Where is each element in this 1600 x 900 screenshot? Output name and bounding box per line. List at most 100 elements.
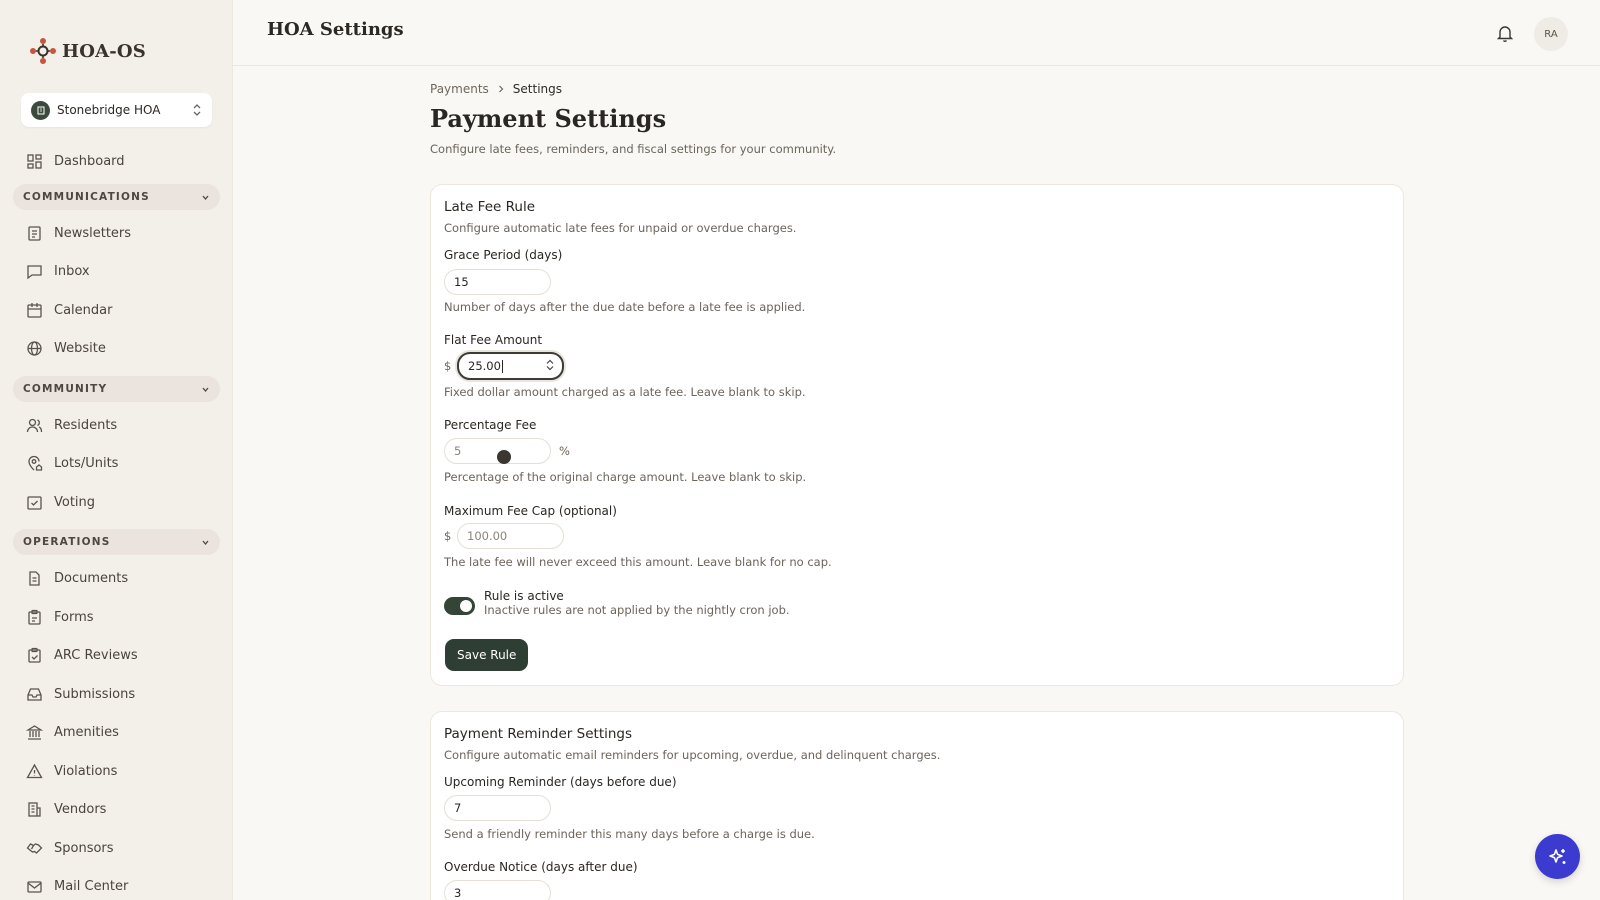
nav-label: Residents [54, 417, 118, 433]
mail-icon [27, 880, 42, 893]
nav-label: Sponsors [54, 840, 114, 856]
building-icon [28, 801, 41, 817]
nav-website[interactable]: Website [26, 337, 106, 359]
nav-label: Lots/Units [54, 455, 119, 471]
chevron-up-down-icon [193, 104, 201, 116]
grace-period-input[interactable]: 15 [444, 269, 551, 295]
toggle-knob [460, 600, 472, 612]
nav-sponsors[interactable]: Sponsors [26, 837, 114, 859]
nav-arc-reviews[interactable]: ARC Reviews [26, 644, 138, 666]
bell-icon[interactable] [1495, 23, 1515, 43]
building-icon [37, 106, 44, 115]
page-subtitle: Configure late fees, reminders, and fisc… [430, 142, 837, 156]
vote-icon [27, 495, 42, 510]
text-cursor [501, 359, 503, 373]
slider-thumb[interactable] [497, 450, 511, 464]
nav-label: Amenities [54, 724, 119, 740]
overdue-notice-input[interactable]: 3 [444, 880, 551, 900]
nav-label: Voting [54, 494, 96, 510]
late-fee-card: Late Fee Rule Configure automatic late f… [430, 184, 1404, 686]
ai-assistant-button[interactable] [1535, 834, 1580, 879]
section-communications[interactable]: COMMUNICATIONS [13, 184, 220, 210]
nav-label: Vendors [54, 801, 107, 817]
nav-lots-units[interactable]: Lots/Units [26, 452, 118, 474]
clipboard-check-icon [28, 647, 41, 663]
percent-suffix: % [559, 444, 570, 458]
card-title: Payment Reminder Settings [444, 726, 633, 742]
section-label: COMMUNICATIONS [23, 191, 150, 203]
stepper-icon[interactable] [546, 359, 554, 371]
nav-vendors[interactable]: Vendors [26, 798, 106, 820]
nav-documents[interactable]: Documents [26, 567, 128, 589]
section-operations[interactable]: OPERATIONS [13, 529, 220, 555]
percentage-fee-hint: Percentage of the original charge amount… [444, 470, 807, 484]
save-rule-button[interactable]: Save Rule [445, 639, 529, 671]
app-logo[interactable]: HOA-OS [28, 36, 146, 66]
nav-submissions[interactable]: Submissions [26, 683, 135, 705]
org-name: Stonebridge HOA [57, 103, 161, 117]
org-avatar [31, 100, 50, 120]
grace-period-label: Grace Period (days) [444, 248, 563, 262]
nav-label: Mail Center [54, 878, 129, 894]
section-label: COMMUNITY [23, 383, 108, 395]
page-title: Payment Settings [430, 104, 667, 133]
flat-fee-value: 25.00 [468, 359, 501, 373]
nav-label: Forms [54, 609, 94, 625]
header-title: HOA Settings [267, 19, 404, 40]
card-description: Configure automatic late fees for unpaid… [444, 221, 797, 235]
nav-dashboard[interactable]: Dashboard [26, 150, 125, 172]
nav-label: Dashboard [54, 153, 125, 169]
upcoming-reminder-label: Upcoming Reminder (days before due) [444, 775, 677, 789]
flat-fee-hint: Fixed dollar amount charged as a late fe… [444, 385, 806, 399]
sidebar: HOA-OS Stonebridge HOA Dashboard COMMUNI… [0, 0, 233, 900]
nav-newsletters[interactable]: Newsletters [26, 222, 131, 244]
user-avatar[interactable]: RA [1534, 17, 1568, 51]
nav-voting[interactable]: Voting [26, 491, 95, 513]
rule-active-hint: Inactive rules are not applied by the ni… [484, 603, 790, 617]
overdue-notice-label: Overdue Notice (days after due) [444, 860, 638, 874]
calendar-icon [27, 302, 42, 318]
nav-amenities[interactable]: Amenities [26, 721, 119, 743]
file-text-icon [29, 570, 40, 586]
flat-fee-input[interactable]: 25.00 [457, 352, 564, 380]
rule-active-label: Rule is active [484, 589, 564, 603]
card-title: Late Fee Rule [444, 199, 535, 215]
chevron-down-icon [202, 540, 209, 545]
nav-inbox[interactable]: Inbox [26, 260, 90, 282]
dashboard-icon [27, 153, 42, 169]
flat-fee-label: Flat Fee Amount [444, 333, 543, 347]
section-community[interactable]: COMMUNITY [13, 376, 220, 402]
chevron-down-icon [202, 195, 209, 200]
map-pin-house-icon [28, 455, 43, 471]
breadcrumb-settings: Settings [512, 82, 563, 96]
nav-mail-center[interactable]: Mail Center [26, 875, 128, 897]
max-fee-cap-hint: The late fee will never exceed this amou… [444, 555, 832, 569]
globe-icon [27, 340, 42, 356]
top-header: HOA Settings RA [233, 0, 1600, 66]
nav-residents[interactable]: Residents [26, 414, 117, 436]
payment-reminder-card: Payment Reminder Settings Configure auto… [430, 711, 1404, 900]
nav-calendar[interactable]: Calendar [26, 299, 112, 321]
nav-forms[interactable]: Forms [26, 606, 94, 628]
nav-label: Violations [54, 763, 118, 779]
max-fee-cap-input[interactable]: 100.00 [457, 523, 564, 549]
org-switcher[interactable]: Stonebridge HOA [21, 93, 212, 127]
section-label: OPERATIONS [23, 536, 111, 548]
grace-period-hint: Number of days after the due date before… [444, 300, 806, 314]
nav-label: Website [54, 340, 106, 356]
users-icon [26, 418, 43, 432]
handshake-icon [26, 842, 43, 854]
upcoming-reminder-hint: Send a friendly reminder this many days … [444, 827, 815, 841]
rule-active-toggle[interactable] [444, 597, 475, 615]
currency-prefix: $ [444, 359, 452, 373]
app-name: HOA-OS [62, 40, 147, 62]
breadcrumb-payments[interactable]: Payments [430, 82, 489, 96]
max-fee-cap-label: Maximum Fee Cap (optional) [444, 504, 617, 518]
chevron-right-icon [498, 85, 504, 93]
percentage-fee-label: Percentage Fee [444, 418, 537, 432]
card-description: Configure automatic email reminders for … [444, 748, 941, 762]
breadcrumb: Payments Settings [430, 82, 562, 96]
nav-violations[interactable]: Violations [26, 760, 117, 782]
upcoming-reminder-input[interactable]: 7 [444, 795, 551, 821]
nav-label: Calendar [54, 302, 113, 318]
